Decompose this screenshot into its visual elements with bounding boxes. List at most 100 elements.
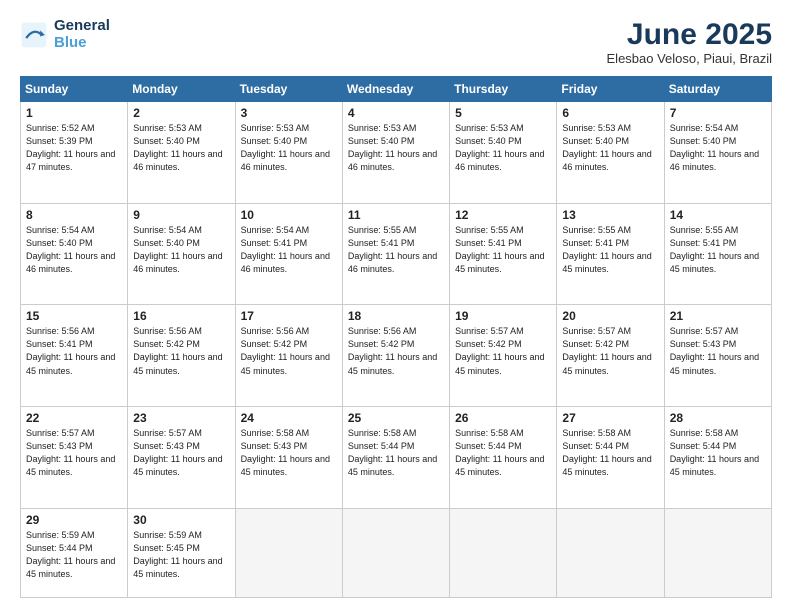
col-wednesday: Wednesday [342, 77, 449, 102]
day-number: 13 [562, 208, 658, 222]
day-info: Sunrise: 5:54 AMSunset: 5:40 PMDaylight:… [26, 224, 122, 276]
day-number: 3 [241, 106, 337, 120]
day-number: 16 [133, 309, 229, 323]
day-info: Sunrise: 5:58 AMSunset: 5:44 PMDaylight:… [562, 427, 658, 479]
day-info: Sunrise: 5:57 AMSunset: 5:43 PMDaylight:… [26, 427, 122, 479]
day-info: Sunrise: 5:58 AMSunset: 5:43 PMDaylight:… [241, 427, 337, 479]
day-info: Sunrise: 5:53 AMSunset: 5:40 PMDaylight:… [241, 122, 337, 174]
day-info: Sunrise: 5:58 AMSunset: 5:44 PMDaylight:… [348, 427, 444, 479]
day-number: 6 [562, 106, 658, 120]
logo-text: General Blue [54, 18, 110, 51]
table-row: 4 Sunrise: 5:53 AMSunset: 5:40 PMDaylight… [342, 102, 449, 204]
day-number: 15 [26, 309, 122, 323]
table-row [557, 508, 664, 597]
day-info: Sunrise: 5:58 AMSunset: 5:44 PMDaylight:… [670, 427, 766, 479]
day-info: Sunrise: 5:53 AMSunset: 5:40 PMDaylight:… [348, 122, 444, 174]
col-friday: Friday [557, 77, 664, 102]
day-number: 23 [133, 411, 229, 425]
day-number: 8 [26, 208, 122, 222]
table-row [450, 508, 557, 597]
table-row: 26 Sunrise: 5:58 AMSunset: 5:44 PMDayligh… [450, 407, 557, 509]
table-row: 18Sunrise: 5:56 AMSunset: 5:42 PMDayligh… [342, 305, 449, 407]
day-info: Sunrise: 5:57 AMSunset: 5:42 PMDaylight:… [455, 325, 551, 377]
col-saturday: Saturday [664, 77, 771, 102]
col-tuesday: Tuesday [235, 77, 342, 102]
day-info: Sunrise: 5:59 AMSunset: 5:44 PMDaylight:… [26, 529, 122, 581]
calendar-week-row: 1Sunrise: 5:52 AMSunset: 5:39 PMDaylight… [21, 102, 772, 204]
table-row: 19 Sunrise: 5:57 AMSunset: 5:42 PMDayligh… [450, 305, 557, 407]
table-row: 8 Sunrise: 5:54 AMSunset: 5:40 PMDaylight… [21, 203, 128, 305]
table-row: 17 Sunrise: 5:56 AMSunset: 5:42 PMDayligh… [235, 305, 342, 407]
day-info: Sunrise: 5:56 AMSunset: 5:42 PMDaylight:… [133, 325, 229, 377]
day-number: 5 [455, 106, 551, 120]
day-info: Sunrise: 5:55 AMSunset: 5:41 PMDaylight:… [562, 224, 658, 276]
day-info: Sunrise: 5:55 AMSunset: 5:41 PMDaylight:… [670, 224, 766, 276]
day-info: Sunrise: 5:53 AMSunset: 5:40 PMDaylight:… [562, 122, 658, 174]
table-row: 14 Sunrise: 5:55 AMSunset: 5:41 PMDayligh… [664, 203, 771, 305]
day-number: 25 [348, 411, 444, 425]
table-row [664, 508, 771, 597]
day-number: 10 [241, 208, 337, 222]
table-row: 22 Sunrise: 5:57 AMSunset: 5:43 PMDayligh… [21, 407, 128, 509]
day-number: 7 [670, 106, 766, 120]
calendar-table: Sunday Monday Tuesday Wednesday Thursday… [20, 76, 772, 598]
logo-line1: General [54, 18, 110, 35]
col-sunday: Sunday [21, 77, 128, 102]
calendar-header-row: Sunday Monday Tuesday Wednesday Thursday… [21, 77, 772, 102]
day-number: 4 [348, 106, 444, 120]
day-number: 9 [133, 208, 229, 222]
day-info: Sunrise: 5:52 AMSunset: 5:39 PMDaylight:… [26, 122, 122, 174]
day-number: 27 [562, 411, 658, 425]
day-info: Sunrise: 5:54 AMSunset: 5:40 PMDaylight:… [133, 224, 229, 276]
day-number: 11 [348, 208, 444, 222]
table-row: 2Sunrise: 5:53 AMSunset: 5:40 PMDaylight… [128, 102, 235, 204]
day-info: Sunrise: 5:57 AMSunset: 5:43 PMDaylight:… [133, 427, 229, 479]
day-number: 18 [348, 309, 444, 323]
day-number: 19 [455, 309, 551, 323]
day-info: Sunrise: 5:54 AMSunset: 5:41 PMDaylight:… [241, 224, 337, 276]
day-number: 29 [26, 513, 122, 527]
table-row: 15Sunrise: 5:56 AMSunset: 5:41 PMDayligh… [21, 305, 128, 407]
logo-line2: Blue [54, 35, 110, 52]
day-number: 17 [241, 309, 337, 323]
day-number: 2 [133, 106, 229, 120]
table-row: 16 Sunrise: 5:56 AMSunset: 5:42 PMDayligh… [128, 305, 235, 407]
table-row: 23 Sunrise: 5:57 AMSunset: 5:43 PMDayligh… [128, 407, 235, 509]
table-row: 24 Sunrise: 5:58 AMSunset: 5:43 PMDayligh… [235, 407, 342, 509]
table-row: 10 Sunrise: 5:54 AMSunset: 5:41 PMDayligh… [235, 203, 342, 305]
day-number: 22 [26, 411, 122, 425]
table-row: 6 Sunrise: 5:53 AMSunset: 5:40 PMDaylight… [557, 102, 664, 204]
main-title: June 2025 [607, 18, 772, 51]
day-number: 30 [133, 513, 229, 527]
col-monday: Monday [128, 77, 235, 102]
calendar-week-row: 29 Sunrise: 5:59 AMSunset: 5:44 PMDayligh… [21, 508, 772, 597]
table-row: 5 Sunrise: 5:53 AMSunset: 5:40 PMDaylight… [450, 102, 557, 204]
day-info: Sunrise: 5:59 AMSunset: 5:45 PMDaylight:… [133, 529, 229, 581]
table-row: 21 Sunrise: 5:57 AMSunset: 5:43 PMDayligh… [664, 305, 771, 407]
table-row: 20Sunrise: 5:57 AMSunset: 5:42 PMDayligh… [557, 305, 664, 407]
table-row: 27 Sunrise: 5:58 AMSunset: 5:44 PMDayligh… [557, 407, 664, 509]
table-row: 12Sunrise: 5:55 AMSunset: 5:41 PMDayligh… [450, 203, 557, 305]
table-row [235, 508, 342, 597]
day-number: 21 [670, 309, 766, 323]
day-info: Sunrise: 5:55 AMSunset: 5:41 PMDaylight:… [455, 224, 551, 276]
table-row: 9 Sunrise: 5:54 AMSunset: 5:40 PMDaylight… [128, 203, 235, 305]
day-info: Sunrise: 5:58 AMSunset: 5:44 PMDaylight:… [455, 427, 551, 479]
day-number: 14 [670, 208, 766, 222]
header: General Blue June 2025 Elesbao Veloso, P… [20, 18, 772, 66]
table-row: 7 Sunrise: 5:54 AMSunset: 5:40 PMDaylight… [664, 102, 771, 204]
day-info: Sunrise: 5:54 AMSunset: 5:40 PMDaylight:… [670, 122, 766, 174]
table-row: 3 Sunrise: 5:53 AMSunset: 5:40 PMDaylight… [235, 102, 342, 204]
day-info: Sunrise: 5:55 AMSunset: 5:41 PMDaylight:… [348, 224, 444, 276]
calendar-week-row: 22 Sunrise: 5:57 AMSunset: 5:43 PMDayligh… [21, 407, 772, 509]
table-row: 1Sunrise: 5:52 AMSunset: 5:39 PMDaylight… [21, 102, 128, 204]
day-info: Sunrise: 5:56 AMSunset: 5:42 PMDaylight:… [241, 325, 337, 377]
day-info: Sunrise: 5:57 AMSunset: 5:43 PMDaylight:… [670, 325, 766, 377]
page: General Blue June 2025 Elesbao Veloso, P… [0, 0, 792, 612]
day-info: Sunrise: 5:53 AMSunset: 5:40 PMDaylight:… [455, 122, 551, 174]
day-number: 24 [241, 411, 337, 425]
day-info: Sunrise: 5:57 AMSunset: 5:42 PMDaylight:… [562, 325, 658, 377]
day-number: 26 [455, 411, 551, 425]
table-row: 11 Sunrise: 5:55 AMSunset: 5:41 PMDayligh… [342, 203, 449, 305]
subtitle: Elesbao Veloso, Piaui, Brazil [607, 51, 772, 66]
